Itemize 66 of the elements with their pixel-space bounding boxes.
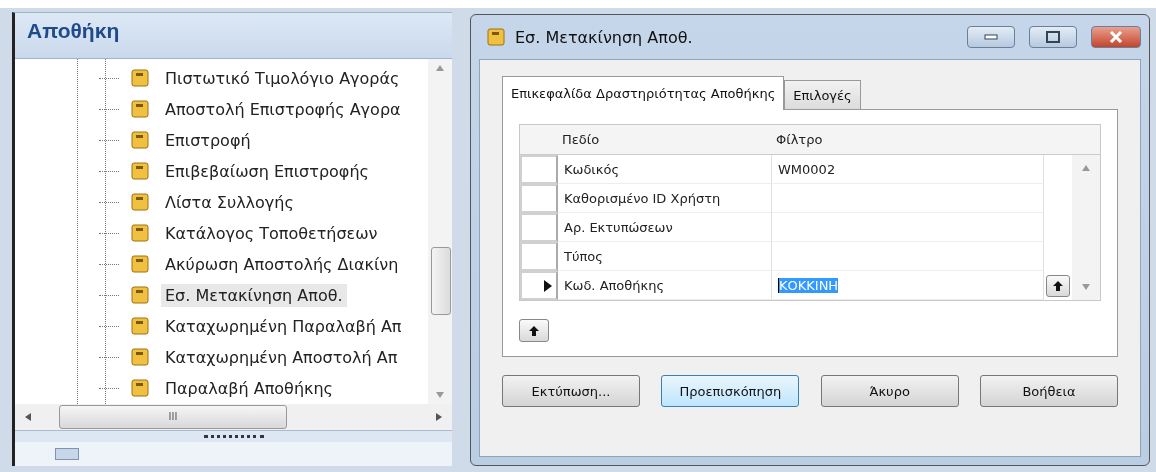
table-cell: Κωδ. Αποθήκης [558,271,772,300]
maximize-button[interactable] [1029,26,1077,48]
maximize-icon [1046,31,1060,43]
document-icon [131,162,149,181]
scroll-left-icon[interactable] [25,412,31,421]
document-icon [131,224,149,243]
dialog-button[interactable]: Βοήθεια [980,375,1118,407]
scroll-down-icon[interactable] [1082,284,1090,290]
table-cell: Κωδικός [558,155,772,184]
tree-item[interactable]: Επιβεβαίωση Επιστροφής [161,159,373,183]
dialog-button[interactable]: Εκτύπωση... [502,375,640,407]
window-icon [55,448,79,460]
window-title: Εσ. Μετακίνηση Αποθ. [515,27,694,47]
tree-item[interactable]: Πιστωτικό Τιμολόγιο Αγοράς [161,66,404,90]
table-cell: Αρ. Εκτυπώσεων [558,213,772,242]
filter-cell[interactable]: WM0002 [772,155,1044,184]
up-arrow-icon [528,324,540,337]
scroll-up-icon[interactable] [436,64,444,71]
close-icon [1109,31,1123,43]
minimize-icon [984,34,998,40]
tree-item[interactable]: Αποστολή Επιστροφής Αγορα [161,97,405,121]
document-icon [131,379,149,398]
lookup-button[interactable] [1046,274,1070,297]
filter-cell[interactable] [772,213,1044,242]
vertical-scrollbar[interactable] [1072,155,1100,300]
table-cell: Τύπος [558,242,772,271]
document-icon [131,193,149,212]
document-icon [131,131,149,150]
scroll-grip: III [168,411,178,423]
tree-item[interactable]: Καταχωρημένη Παραλαβή Απ [161,314,406,338]
document-icon [131,100,149,119]
scroll-right-icon[interactable] [436,412,442,421]
tab[interactable]: Επιλογές [784,80,861,110]
row-selector[interactable] [520,271,558,300]
tree-item[interactable]: Εσ. Μετακίνηση Αποθ. [161,283,347,307]
document-icon [131,286,149,305]
tree-item[interactable]: Λίστα Συλλογής [161,190,298,214]
scroll-up-icon[interactable] [1082,165,1090,171]
filter-cell[interactable] [772,242,1044,271]
document-icon [131,255,149,274]
horizontal-scrollbar[interactable]: III [15,403,452,430]
document-icon [131,348,149,367]
up-arrow-icon [1052,279,1064,292]
column-header: Πεδίο [558,125,772,155]
pane-title: Αποθήκη [15,13,452,59]
filter-cell[interactable] [772,184,1044,213]
document-icon [487,28,505,46]
document-icon [131,69,149,88]
document-icon [131,317,149,336]
tree-item[interactable]: Κατάλογος Τοποθετήσεων [161,221,382,245]
dialog-button[interactable]: Άκυρο [820,375,959,407]
current-row-icon [544,279,552,292]
table-cell: Καθορισμένο ID Χρήστη [558,184,772,213]
close-button[interactable] [1091,26,1141,48]
tab[interactable]: Επικεφαλίδα Δραστηριότητας Αποθήκης [502,76,785,110]
scroll-thumb[interactable] [431,246,451,315]
dialog-button[interactable]: Προεπισκόπηση [661,375,800,407]
up-button[interactable] [519,319,549,342]
scroll-down-icon[interactable] [436,391,444,398]
tree-item[interactable]: Καταχωρημένη Αποστολή Απ [161,345,402,369]
tree-item[interactable]: Ακύρωση Αποστολής Διακίνη [161,252,403,276]
vertical-scrollbar[interactable] [428,58,452,404]
tree-item[interactable]: Επιστροφή [161,128,255,152]
column-header: Φίλτρο [772,125,1044,155]
tree-item[interactable]: Παραλαβή Αποθήκης [161,376,337,400]
minimize-button[interactable] [967,26,1015,48]
